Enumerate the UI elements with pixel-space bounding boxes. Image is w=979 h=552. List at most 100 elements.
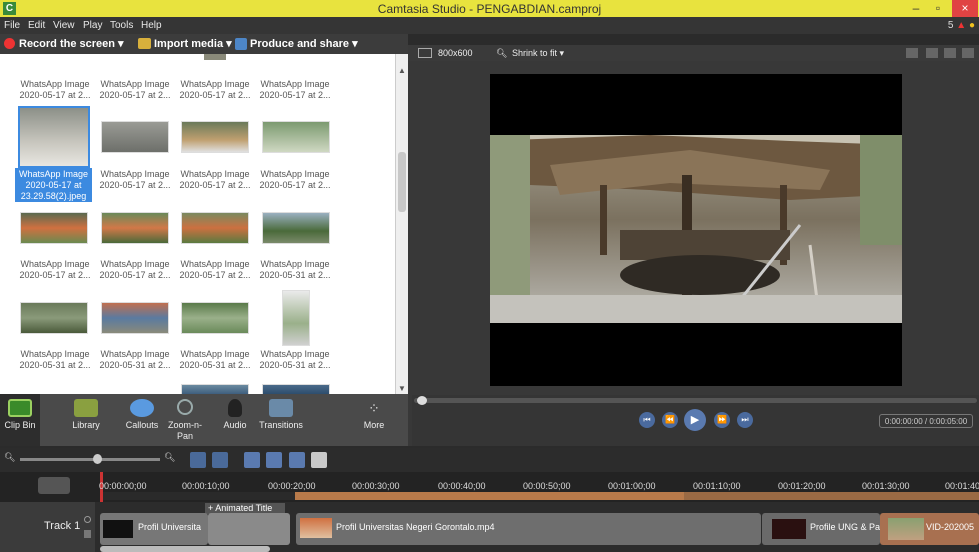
undo-icon[interactable]: [190, 452, 206, 468]
ruler-label: 00:00:40;00: [438, 481, 486, 491]
ruler-label: 00:01:40: [945, 481, 979, 491]
clip-caption[interactable]: WhatsApp Image 2020-05-31 at 2...: [14, 349, 96, 371]
clip-thumbnail[interactable]: [204, 54, 226, 60]
scroll-thumb[interactable]: [398, 152, 406, 212]
snapshot-icon[interactable]: [926, 48, 938, 58]
notification-count-label: 5: [947, 20, 954, 31]
tab-library[interactable]: Library: [66, 394, 106, 446]
import-media-button[interactable]: Import media ▾: [154, 37, 232, 50]
clip-thumbnail-selected[interactable]: [18, 106, 90, 168]
maximize-button[interactable]: ▫: [927, 0, 949, 17]
zoom-out-icon[interactable]: 🔍︎: [4, 452, 15, 463]
seek-handle[interactable]: [417, 396, 427, 405]
record-screen-button[interactable]: Record the screen ▾: [19, 37, 124, 50]
clip-thumbnail[interactable]: [262, 384, 330, 394]
rewind-button[interactable]: ⏪: [662, 412, 678, 428]
clip-thumbnail[interactable]: [262, 121, 330, 153]
clip-thumbnail[interactable]: [181, 302, 249, 334]
clip-caption[interactable]: WhatsApp Image 2020-05-17 at 2...: [14, 259, 96, 281]
tab-more[interactable]: ⁘ More: [356, 394, 392, 446]
clip-caption-selected[interactable]: WhatsApp Image 2020-05-17 at 23.29.58(2)…: [15, 168, 92, 202]
detach-icon[interactable]: [944, 48, 956, 58]
tab-audio[interactable]: Audio: [218, 394, 252, 446]
clip-caption[interactable]: WhatsApp Image 2020-05-17 at 2...: [174, 79, 256, 101]
next-clip-button[interactable]: ⏭: [737, 412, 753, 428]
ruler-label: 00:01:20;00: [778, 481, 826, 491]
seek-bar[interactable]: [414, 398, 977, 403]
fullscreen-icon[interactable]: [962, 48, 974, 58]
paste-icon[interactable]: [311, 452, 327, 468]
clip-thumbnail[interactable]: [181, 121, 249, 153]
previous-clip-button[interactable]: ⏮: [639, 412, 655, 428]
notification-count[interactable]: 5 ▲ ●: [948, 20, 975, 31]
menu-play[interactable]: Play: [83, 20, 102, 31]
copy-icon[interactable]: [289, 452, 305, 468]
track-visibility-icon[interactable]: [84, 516, 91, 523]
produce-share-button[interactable]: Produce and share ▾: [250, 37, 358, 50]
timeline-zoom-slider[interactable]: [20, 458, 160, 461]
menu-help[interactable]: Help: [141, 20, 162, 31]
clip-thumbnail[interactable]: [181, 212, 249, 244]
scroll-up-icon[interactable]: ▲: [398, 66, 406, 75]
scroll-down-icon[interactable]: ▼: [398, 384, 406, 393]
clip-caption[interactable]: WhatsApp Image 2020-05-17 at 2...: [14, 79, 96, 101]
track-settings-button[interactable]: [38, 477, 70, 494]
clip-caption[interactable]: WhatsApp Image 2020-05-17 at 2...: [94, 79, 176, 101]
menu-tools[interactable]: Tools: [110, 20, 133, 31]
fast-forward-button[interactable]: ⏩: [714, 412, 730, 428]
split-icon[interactable]: [266, 452, 282, 468]
clip-caption[interactable]: WhatsApp Image 2020-05-17 at 2...: [174, 259, 256, 281]
clip-label: Profil Universitas Negeri Gorontalo.mp4: [336, 522, 495, 532]
zoom-select[interactable]: Shrink to fit ▾: [512, 48, 564, 59]
canvas-size[interactable]: 800x600: [438, 48, 473, 58]
cut-icon[interactable]: [244, 452, 260, 468]
search-icon: 🔍︎: [496, 48, 508, 58]
tab-clip-bin[interactable]: Clip Bin: [0, 394, 40, 446]
clip-thumbnail[interactable]: [20, 302, 88, 334]
menu-view[interactable]: View: [53, 20, 75, 31]
tab-zoom-n-pan[interactable]: Zoom-n-Pan: [168, 394, 202, 446]
ruler-label: 00:01:30;00: [862, 481, 910, 491]
crop-icon[interactable]: [906, 48, 918, 58]
produce-icon: [235, 38, 247, 50]
track-header[interactable]: Track 1: [0, 502, 95, 552]
record-icon: [4, 38, 15, 49]
tab-transitions[interactable]: Transitions: [256, 394, 306, 446]
clip-thumbnail[interactable]: [282, 290, 310, 346]
minimize-button[interactable]: –: [905, 0, 927, 17]
redo-icon[interactable]: [212, 452, 228, 468]
hut-scene-image: [490, 135, 902, 323]
clip-caption[interactable]: WhatsApp Image 2020-05-17 at 2...: [94, 259, 176, 281]
zoom-slider-handle[interactable]: [93, 454, 102, 464]
clip-label: Profile UNG & Pa: [810, 522, 881, 532]
clip-caption[interactable]: WhatsApp Image 2020-05-31 at 2...: [174, 349, 256, 371]
clip-thumbnail[interactable]: [20, 212, 88, 244]
timeline-scrollbar[interactable]: [100, 546, 270, 552]
tab-callouts[interactable]: Callouts: [120, 394, 164, 446]
ruler-label: 00:01:10;00: [693, 481, 741, 491]
transitions-icon: [269, 399, 293, 417]
image-clip[interactable]: [208, 513, 290, 545]
clip-thumbnail[interactable]: [101, 212, 169, 244]
clip-thumbnail[interactable]: [101, 302, 169, 334]
clip-caption[interactable]: WhatsApp Image 2020-05-17 at 2...: [174, 169, 256, 191]
ruler-label: 00:00:50;00: [523, 481, 571, 491]
clip-caption[interactable]: WhatsApp Image 2020-05-31 at 2...: [254, 259, 336, 281]
close-button[interactable]: ×: [952, 0, 978, 17]
menu-file[interactable]: File: [4, 20, 20, 31]
clip-caption[interactable]: WhatsApp Image 2020-05-17 at 2...: [254, 79, 336, 101]
zoom-in-icon[interactable]: 🔍︎: [164, 452, 175, 463]
track-name: Track 1: [44, 520, 81, 532]
clip-caption[interactable]: WhatsApp Image 2020-05-31 at 2...: [254, 349, 336, 371]
clip-thumbnail[interactable]: [101, 121, 169, 153]
clip-thumbnail[interactable]: [262, 212, 330, 244]
clip-caption[interactable]: WhatsApp Image 2020-05-31 at 2...: [94, 349, 176, 371]
clip-caption[interactable]: WhatsApp Image 2020-05-17 at 2...: [254, 169, 336, 191]
clip-bin-scrollbar[interactable]: ▲ ▼: [395, 54, 408, 394]
play-button[interactable]: ▶: [684, 409, 706, 431]
clip-caption[interactable]: WhatsApp Image 2020-05-17 at 2...: [94, 169, 176, 191]
timeline-ruler[interactable]: [0, 472, 979, 502]
track-lock-icon[interactable]: [84, 530, 91, 538]
clip-thumbnail[interactable]: [181, 384, 249, 394]
menu-edit[interactable]: Edit: [28, 20, 45, 31]
